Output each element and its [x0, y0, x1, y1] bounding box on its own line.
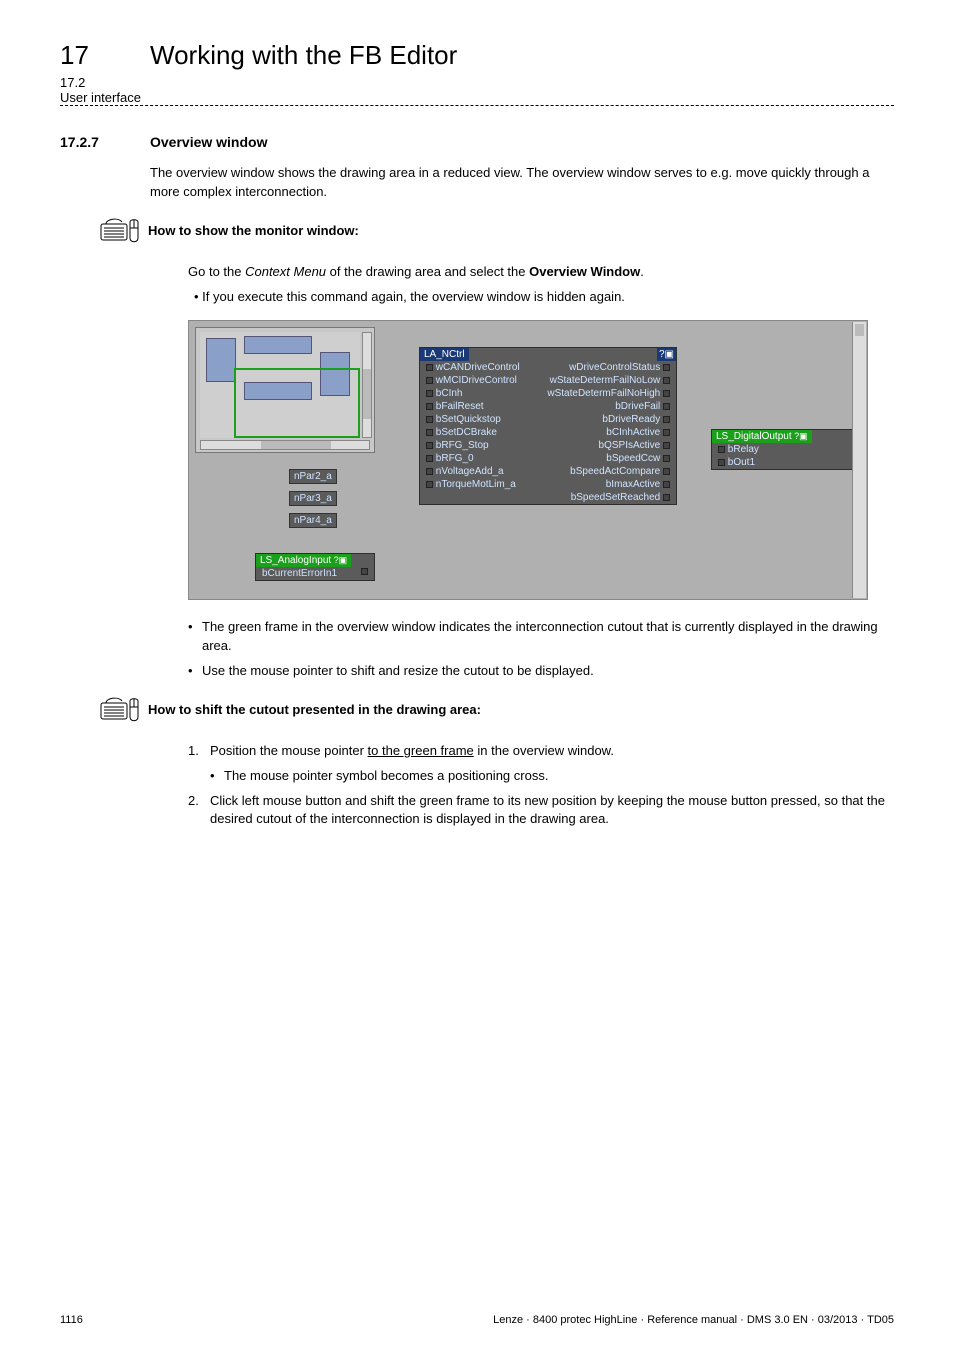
chapter-title: Working with the FB Editor — [150, 40, 457, 71]
underlined-text: to the green frame — [368, 743, 474, 758]
paragraph: The overview window shows the drawing ar… — [150, 164, 894, 202]
subsection-title: Overview window — [150, 134, 267, 150]
section-number-minor: 17.2 — [60, 75, 150, 90]
footer-text: Lenze · 8400 protec HighLine · Reference… — [493, 1314, 894, 1326]
port-label: bOut1 — [728, 457, 755, 468]
port-label: nVoltageAdd_a — [436, 466, 504, 477]
canvas-vertical-scrollbar[interactable] — [852, 322, 866, 598]
port-label: wDriveControlStatus — [569, 362, 660, 373]
port-label: bRFG_0 — [436, 453, 474, 464]
section-title-minor: User interface — [60, 90, 894, 105]
port-label: bSetQuickstop — [436, 414, 501, 425]
port-label: bFailReset — [436, 401, 484, 412]
block-title: LA_NCtrl — [420, 348, 469, 361]
port-label: bCurrentErrorIn1 — [262, 568, 337, 579]
port-label: bRFG_Stop — [436, 440, 489, 451]
chapter-number: 17 — [60, 40, 150, 71]
howto-heading: How to show the monitor window: — [148, 216, 359, 240]
menu-name: Context Menu — [245, 264, 326, 279]
port-label: wStateDetermFailNoHigh — [547, 388, 660, 399]
port-label: wMCIDriveControl — [436, 375, 517, 386]
port-label: nTorqueMotLim_a — [436, 479, 516, 490]
instruction-line: Go to the Context Menu of the drawing ar… — [188, 263, 894, 282]
divider — [60, 105, 894, 106]
cutout-frame[interactable] — [234, 368, 360, 438]
text: . — [640, 264, 644, 279]
block-title-icons: ?▣ — [657, 348, 676, 361]
text: If you execute this command again, the o… — [202, 289, 625, 304]
port-label: bDriveReady — [602, 414, 660, 425]
text: Go to the — [188, 264, 245, 279]
port-label: wStateDetermFailNoLow — [550, 375, 661, 386]
block-title: LS_DigitalOutput ?▣ — [712, 430, 812, 443]
overview-window-screenshot: nPar2_a nPar3_a nPar4_a LS_AnalogInput ?… — [188, 320, 868, 600]
port-label: bCInh — [436, 388, 463, 399]
subsection-number: 17.2.7 — [60, 134, 150, 150]
text: of the drawing area and select the — [326, 264, 529, 279]
minimap-vertical-scrollbar[interactable] — [362, 332, 372, 438]
port-label: nPar3_a — [289, 491, 337, 506]
page-number: 1116 — [60, 1314, 83, 1326]
step-text: Click left mouse button and shift the gr… — [210, 792, 894, 830]
port-label: bQSPIsActive — [599, 440, 661, 451]
bullet-text: The green frame in the overview window i… — [202, 618, 894, 656]
port-label: wCANDriveControl — [436, 362, 520, 373]
port-label: nPar2_a — [289, 469, 337, 484]
step-text: Position the mouse pointer to the green … — [210, 742, 614, 761]
mouse-procedure-icon — [100, 695, 148, 730]
minimap-horizontal-scrollbar[interactable] — [200, 440, 370, 450]
howto-heading: How to shift the cutout presented in the… — [148, 695, 481, 719]
port-label: nPar4_a — [289, 513, 337, 528]
port-label: bSpeedSetReached — [571, 492, 661, 503]
bullet-text: Use the mouse pointer to shift and resiz… — [202, 662, 594, 681]
port-label: bRelay — [728, 444, 759, 455]
port-label: bSetDCBrake — [436, 427, 497, 438]
port-label: bSpeedActCompare — [570, 466, 660, 477]
port-label: bSpeedCcw — [606, 453, 660, 464]
block-title: LS_AnalogInput ?▣ — [256, 554, 351, 567]
step-sub-text: The mouse pointer symbol becomes a posit… — [224, 767, 548, 786]
port-label: bDriveFail — [615, 401, 660, 412]
port-label: bImaxActive — [606, 479, 660, 490]
sub-bullet: • If you execute this command again, the… — [206, 288, 894, 307]
mouse-procedure-icon — [100, 216, 148, 251]
command-name: Overview Window — [529, 264, 640, 279]
port-label: bCInhActive — [606, 427, 660, 438]
overview-minimap[interactable] — [195, 327, 375, 453]
